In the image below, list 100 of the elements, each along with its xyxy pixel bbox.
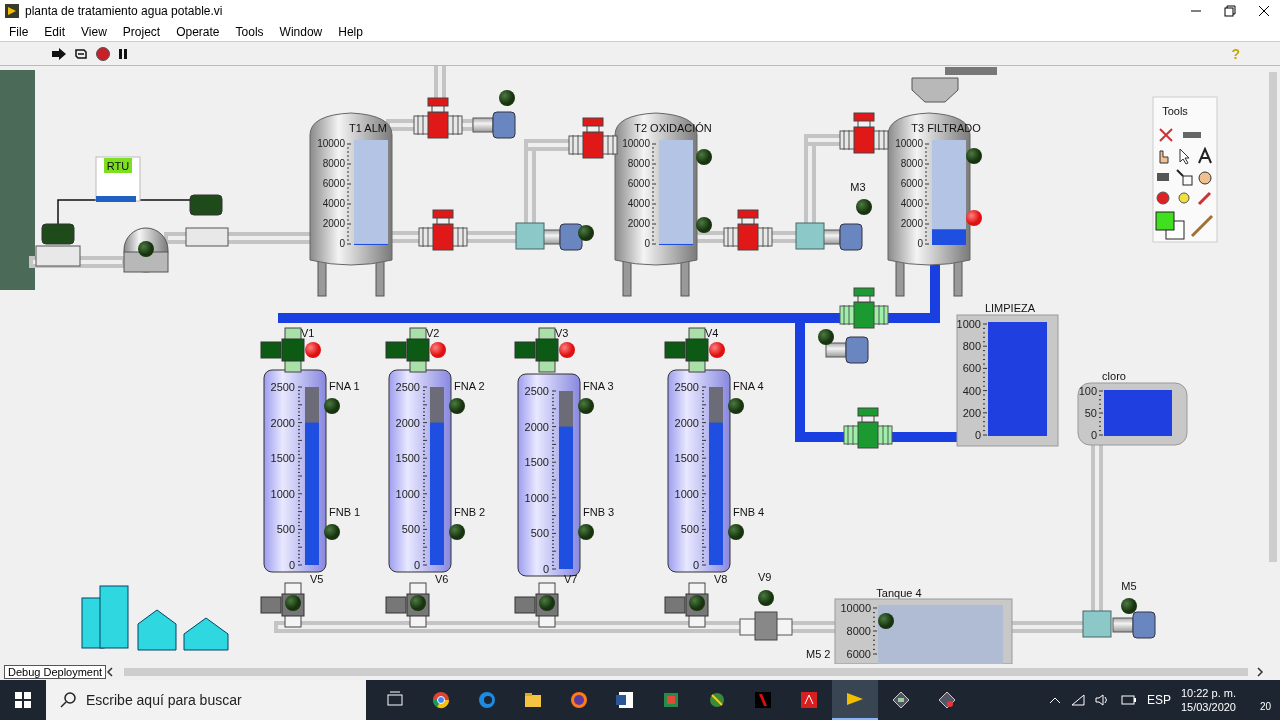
valve-icon[interactable] [839,112,889,154]
search-field[interactable]: Escribe aquí para buscar [84,691,358,709]
indicator-lamp[interactable] [324,524,340,541]
scale-label: 1500 [395,452,420,465]
palette-title: Tools [1162,105,1188,118]
pause-icon[interactable] [117,46,129,61]
pipe-tee-icon [515,222,545,250]
window-title: planta de tratamiento agua potable.vi [25,3,224,18]
run-continuously-icon[interactable] [73,46,89,61]
cursor-icon[interactable] [1180,149,1189,165]
valve-icon[interactable] [418,209,468,251]
indicator-lamp[interactable] [1121,598,1137,615]
valve-label: V6 [435,573,449,586]
language-indicator[interactable]: ESP [1146,693,1171,707]
scroll-right-icon[interactable] [1256,667,1264,678]
status-label: Debug Deployment [4,665,107,680]
indicator-lamp[interactable] [728,524,744,541]
notifications-button[interactable]: 20 [1246,688,1272,712]
valve-icon[interactable] [723,209,773,251]
indicator-lamp[interactable] [578,398,594,415]
menu-item[interactable]: Operate [168,24,228,39]
menu-item[interactable]: Project [114,24,169,39]
scale-label: 0 [1090,429,1097,442]
menu-item[interactable]: Edit [36,24,74,39]
probe-icon[interactable] [1179,193,1189,204]
scale-label: 400 [962,384,981,397]
indicator-lamp[interactable] [878,613,894,630]
scale-label: 2000 [524,420,549,433]
close-icon[interactable] [1258,4,1270,17]
indicator-lamp[interactable] [578,225,594,242]
scale-label: 1000 [956,318,981,331]
task-view-icon[interactable] [386,691,404,709]
indicator-lamp[interactable] [499,90,515,107]
scale-label: 10000 [840,602,871,615]
diamond-icon[interactable] [938,691,956,709]
valve-label: V7 [564,573,578,586]
tank-label: cloro [1102,370,1126,383]
hand-pointer-icon[interactable] [1160,151,1168,164]
pdf-icon[interactable] [800,691,818,709]
run-arrow-icon[interactable] [51,46,67,61]
indicator-lamp[interactable] [324,398,340,415]
menu-item[interactable]: View [73,24,115,39]
windows-logo-icon[interactable] [15,692,31,708]
abort-icon[interactable] [95,45,111,62]
scale-label: 4000 [322,198,345,210]
battery-icon[interactable] [1120,695,1137,705]
color-swatch-icon[interactable] [1155,211,1185,240]
clock[interactable]: 10:22 p. m. 15/03/2020 [1180,686,1236,714]
spool-icon[interactable] [1157,173,1169,182]
stop-icon[interactable] [1157,192,1169,205]
scale-label: 2500 [524,385,549,398]
caret-up-icon[interactable] [1048,696,1061,704]
scroll-left-icon[interactable] [106,667,115,678]
search-box[interactable]: Escribe aquí para buscar [46,680,366,720]
folder-icon[interactable] [524,691,542,709]
scrollbar-thumb[interactable] [124,668,1248,677]
scale-label: 10000 [317,138,345,150]
indicator-lamp[interactable] [758,590,774,607]
menu-item[interactable]: Window [271,24,331,39]
spreadsheet-icon[interactable] [662,691,680,709]
tile-icon[interactable] [754,691,772,709]
indicator-lamp[interactable] [818,329,834,346]
indicator-lamp[interactable] [449,524,465,541]
menu-cursor-icon[interactable] [1177,170,1192,186]
document-icon[interactable] [616,691,634,709]
labview-icon[interactable] [846,690,864,708]
wifi-icon[interactable] [1070,694,1085,706]
scale-label: 2000 [627,218,650,230]
valve-icon[interactable] [843,407,893,449]
hand-icon[interactable] [1199,172,1211,185]
valve-icon[interactable] [413,97,463,139]
settings-icon[interactable] [1160,129,1172,142]
diamond-icon[interactable] [892,691,910,709]
valve-icon[interactable] [568,117,618,159]
indicator-lamp[interactable] [728,398,744,415]
indicator-lamp[interactable] [449,398,465,415]
pump-icon [472,111,516,139]
indicator-lamp[interactable] [578,524,594,541]
scrollbar-thumb[interactable] [1269,72,1277,563]
indicator-lamp[interactable] [856,199,872,216]
text-tool-icon[interactable] [1199,149,1211,164]
restore-icon[interactable] [1224,4,1236,17]
brush-icon[interactable] [1190,215,1214,238]
indicator-lamp[interactable] [966,148,982,165]
menu-item[interactable]: File [0,24,37,39]
indicator-lamp[interactable] [696,217,712,234]
pump-icon [1112,611,1156,639]
scale-label: 1500 [270,452,295,465]
menu-item[interactable]: Tools [227,24,272,39]
valve-label: V8 [714,573,728,586]
slider-icon[interactable] [1183,132,1201,139]
browser-icon[interactable] [432,691,450,709]
globe-icon[interactable] [708,691,726,709]
browser-icon[interactable] [570,691,588,709]
menu-item[interactable]: Help [330,24,371,39]
indicator-lamp[interactable] [138,241,154,258]
indicator-lamp[interactable] [696,149,712,166]
dropper-icon[interactable] [1199,193,1210,205]
scale-label: 1000 [524,492,549,504]
valve-icon[interactable] [839,287,889,329]
